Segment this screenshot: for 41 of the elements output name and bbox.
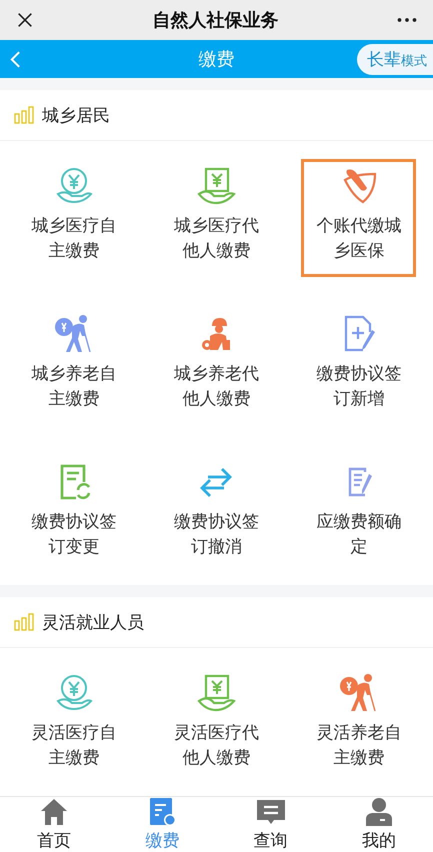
yen-hand-icon	[54, 673, 94, 713]
service-item[interactable]: 城乡医疗自主缴费	[16, 159, 132, 277]
page-title: 缴费	[198, 48, 234, 72]
service-label: 城乡医疗自主缴费	[32, 215, 117, 263]
home-icon	[39, 797, 70, 827]
service-item[interactable]: 应缴费额确定	[301, 455, 416, 573]
window-title: 自然人社保业务	[152, 9, 278, 32]
service-label: 个账代缴城乡医保	[316, 215, 402, 263]
service-item[interactable]: 缴费协议签订撤消	[158, 455, 274, 573]
service-label: 灵活医疗自主缴费	[32, 722, 117, 770]
service-label: 灵活养老自主缴费	[316, 722, 402, 770]
back-icon[interactable]	[10, 50, 21, 69]
tab-bar-item[interactable]: 查询	[216, 797, 325, 852]
tab-bar-item[interactable]: 首页	[0, 797, 108, 852]
tab-bar-item[interactable]: 我的	[324, 797, 433, 852]
service-item[interactable]: 城乡医疗代他人缴费	[158, 159, 274, 277]
service-label: 应缴费额确定	[316, 511, 402, 559]
bill-hand-icon	[196, 673, 236, 713]
service-item[interactable]: 缴费协议签订变更	[16, 455, 132, 573]
yen-hand-icon	[54, 166, 94, 206]
service-label: 城乡养老代他人缴费	[174, 363, 259, 411]
bill-hand-icon	[196, 166, 236, 206]
service-label: 缴费协议签订撤消	[174, 511, 259, 559]
service-item[interactable]: 灵活医疗自主缴费	[16, 666, 132, 784]
close-icon[interactable]	[16, 11, 34, 30]
bar-chart-icon	[14, 106, 34, 124]
service-item[interactable]: 灵活医疗代他人缴费	[158, 666, 274, 784]
service-item[interactable]: 个账代缴城乡医保	[301, 159, 416, 277]
more-icon[interactable]	[397, 17, 417, 24]
service-item[interactable]: 缴费协议签订新增	[301, 307, 416, 425]
service-label: 城乡养老自主缴费	[32, 363, 117, 411]
service-label: 缴费协议签订新增	[316, 363, 402, 411]
service-label: 城乡医疗代他人缴费	[174, 215, 259, 263]
service-label: 灵活医疗代他人缴费	[174, 722, 259, 770]
bar-chart-icon	[14, 613, 34, 631]
service-label: 缴费协议签订变更	[32, 511, 117, 559]
service-item[interactable]: 城乡养老代他人缴费	[158, 307, 274, 425]
section-title: 城乡居民	[42, 104, 110, 126]
service-item[interactable]: 城乡养老自主缴费	[16, 307, 132, 425]
section-title: 灵活就业人员	[42, 612, 144, 634]
service-item[interactable]: 灵活养老自主缴费	[301, 666, 416, 784]
